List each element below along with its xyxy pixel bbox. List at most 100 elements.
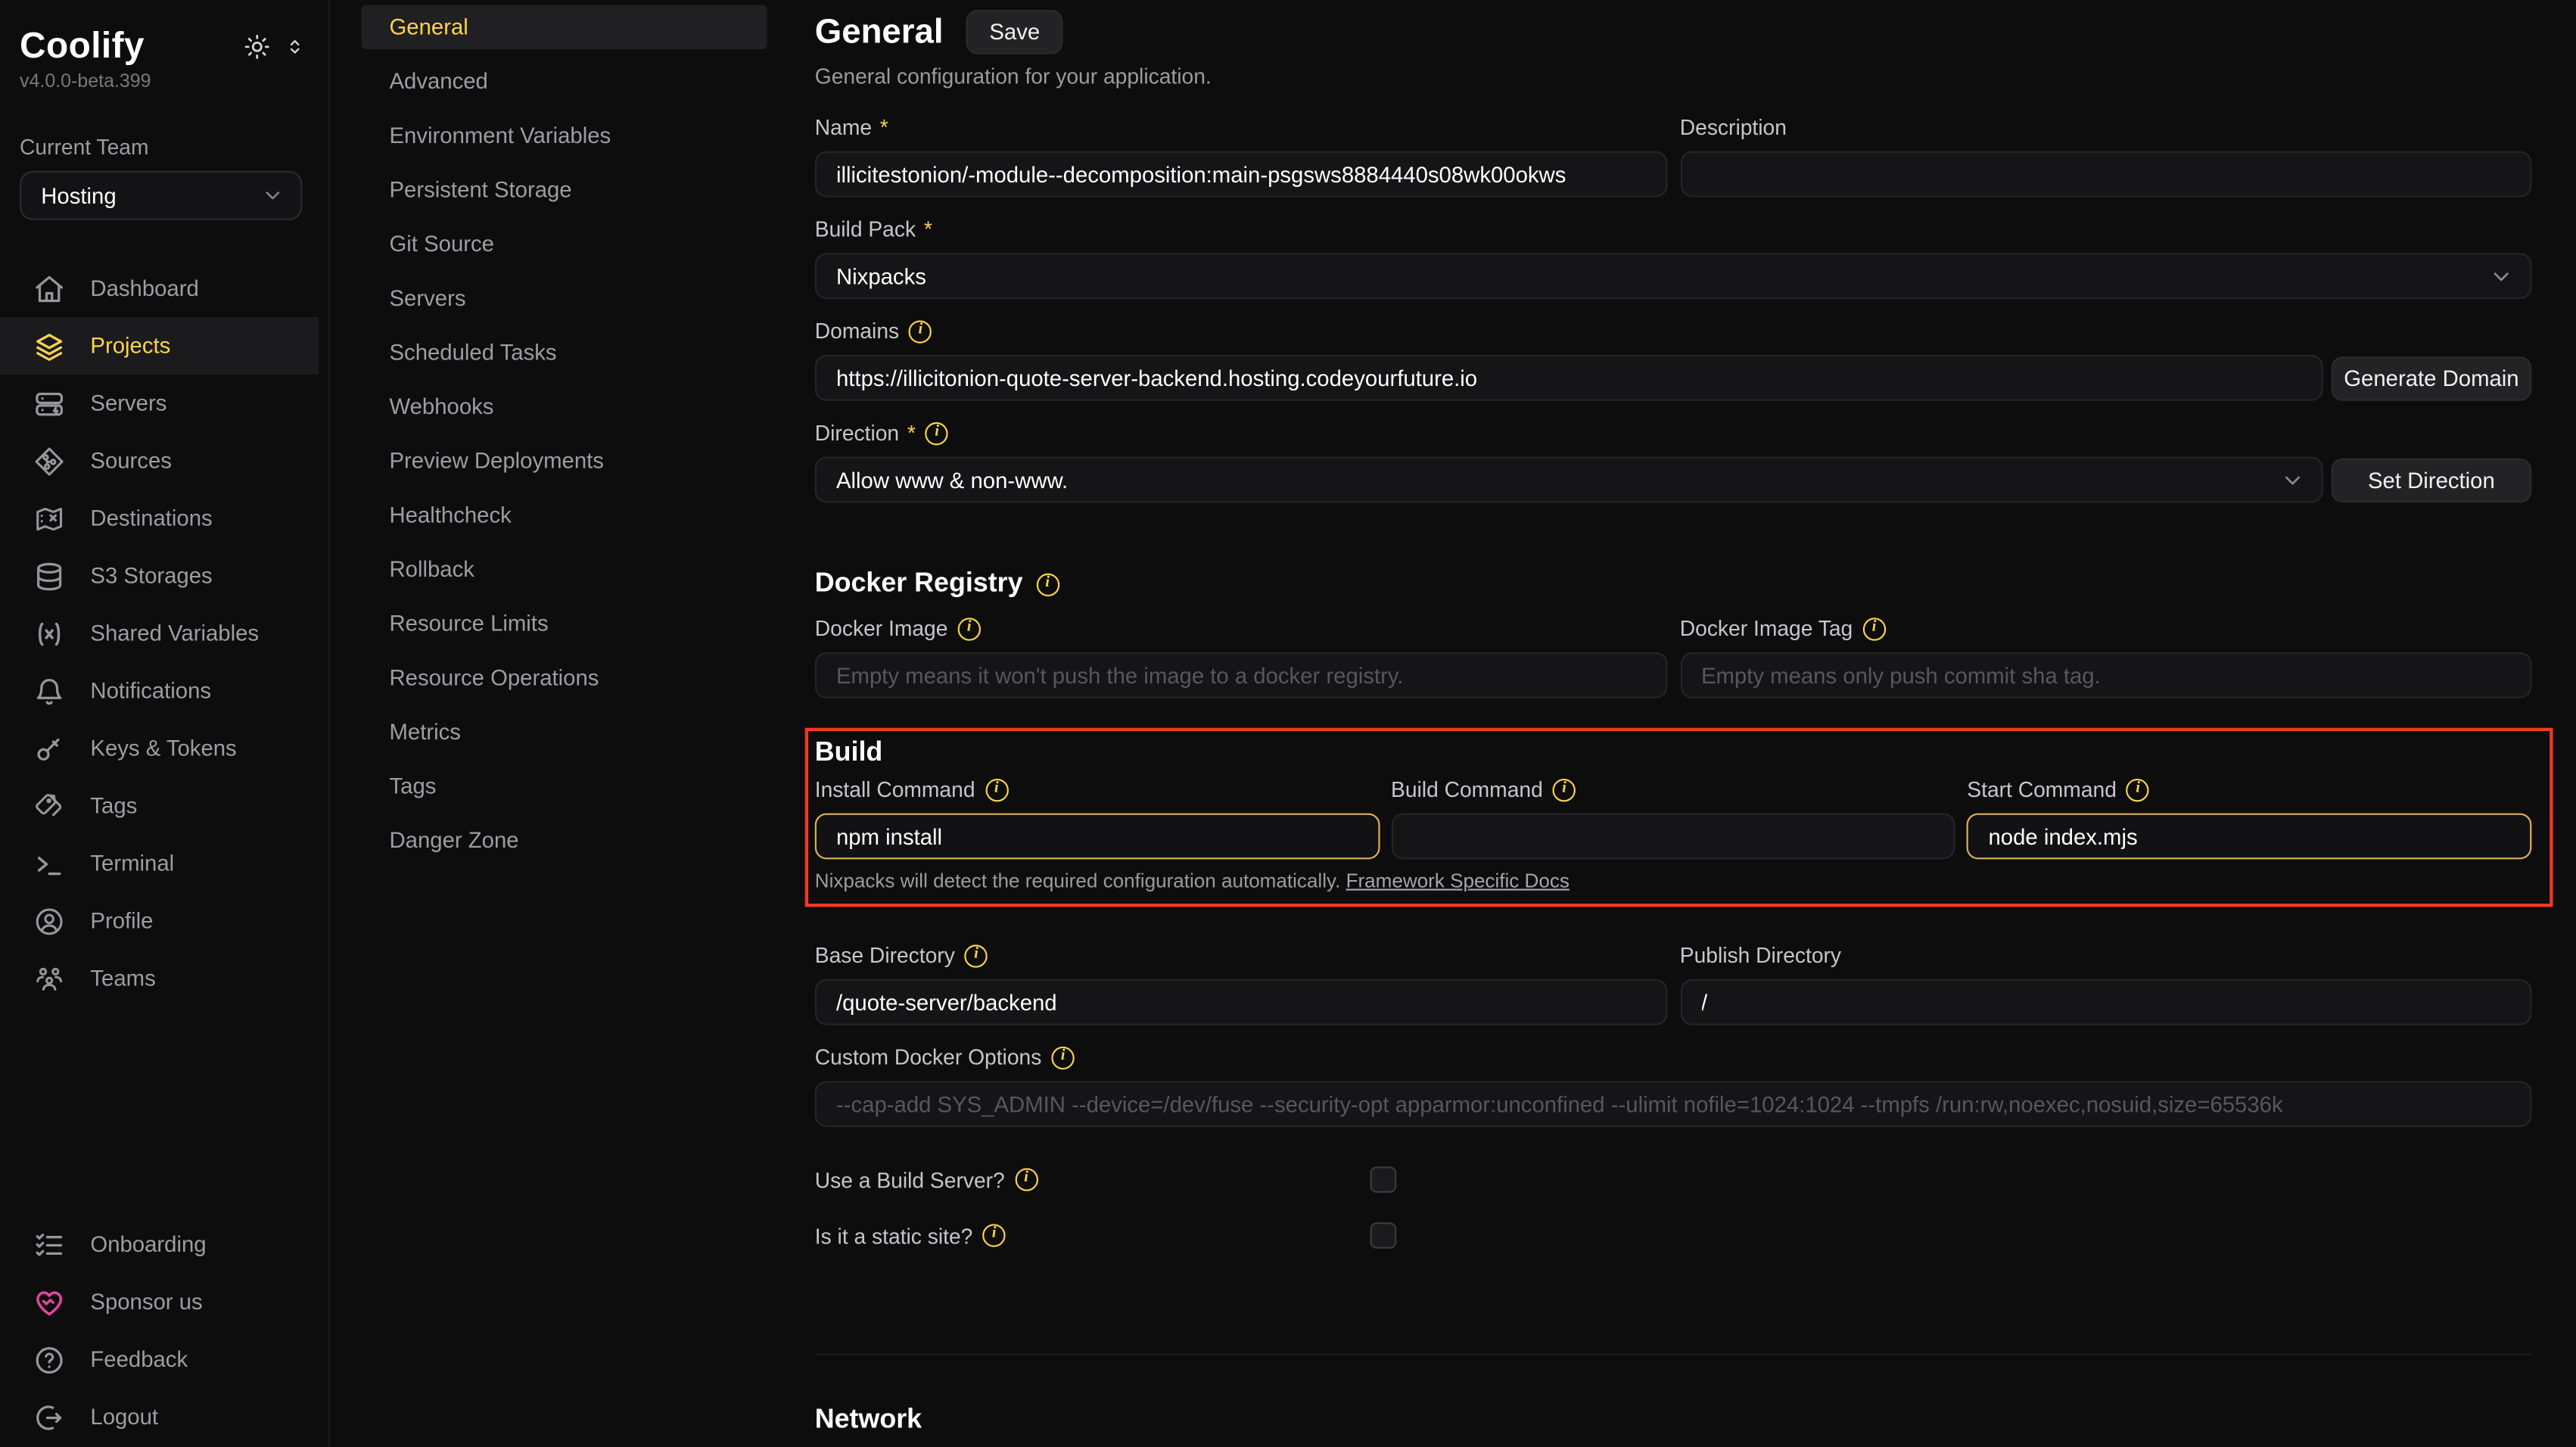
tab-resource-operations[interactable]: Resource Operations bbox=[362, 655, 767, 700]
team-select-value: Hosting bbox=[41, 183, 116, 208]
sidebar-item-keys-tokens[interactable]: Keys & Tokens bbox=[0, 720, 319, 777]
tab-webhooks[interactable]: Webhooks bbox=[362, 384, 767, 429]
info-icon[interactable] bbox=[909, 319, 932, 342]
build-command-label: Build Command bbox=[1391, 777, 1955, 802]
current-team-label: Current Team bbox=[0, 92, 328, 171]
docker-image-input[interactable] bbox=[815, 652, 1667, 699]
build-helper-text: Nixpacks will detect the required config… bbox=[815, 869, 2532, 892]
set-direction-button[interactable]: Set Direction bbox=[2332, 458, 2532, 503]
page-title: General bbox=[815, 12, 944, 51]
chevron-down-icon bbox=[2280, 468, 2305, 493]
tab-preview-deployments[interactable]: Preview Deployments bbox=[362, 439, 767, 484]
sidebar-item-s3-storages[interactable]: S3 Storages bbox=[0, 547, 319, 605]
layers-icon bbox=[33, 329, 65, 362]
sidebar-nav: Dashboard Projects Servers Sources Desti… bbox=[0, 260, 328, 1007]
sidebar-item-label: Profile bbox=[90, 909, 153, 934]
info-icon[interactable] bbox=[1015, 1168, 1038, 1191]
direction-select[interactable]: Allow www & non-www. bbox=[815, 457, 2323, 503]
info-icon[interactable] bbox=[965, 944, 988, 966]
sidebar-item-notifications[interactable]: Notifications bbox=[0, 662, 319, 720]
sidebar-item-label: Notifications bbox=[90, 679, 211, 704]
install-command-label: Install Command bbox=[815, 777, 1380, 802]
sidebar-item-onboarding[interactable]: Onboarding bbox=[0, 1215, 319, 1273]
sidebar-item-servers[interactable]: Servers bbox=[0, 375, 319, 432]
sidebar-item-label: Servers bbox=[90, 391, 166, 416]
help-icon bbox=[33, 1343, 65, 1376]
sidebar-item-logout[interactable]: Logout bbox=[0, 1388, 319, 1445]
install-command-input[interactable] bbox=[815, 814, 1380, 860]
required-asterisk bbox=[909, 421, 916, 446]
sidebar-item-label: Teams bbox=[90, 966, 155, 991]
sidebar-item-destinations[interactable]: Destinations bbox=[0, 490, 319, 547]
sidebar-item-label: Logout bbox=[90, 1405, 158, 1430]
info-icon[interactable] bbox=[926, 422, 948, 444]
build-command-input[interactable] bbox=[1391, 814, 1955, 860]
info-icon[interactable] bbox=[2126, 778, 2149, 801]
framework-docs-link[interactable]: Framework Specific Docs bbox=[1346, 869, 1570, 892]
tab-danger-zone[interactable]: Danger Zone bbox=[362, 818, 767, 863]
tab-healthcheck[interactable]: Healthcheck bbox=[362, 493, 767, 537]
network-heading: Network bbox=[815, 1405, 2532, 1436]
tab-rollback[interactable]: Rollback bbox=[362, 547, 767, 592]
build-pack-select[interactable]: Nixpacks bbox=[815, 253, 2532, 299]
sidebar-item-label: S3 Storages bbox=[90, 564, 212, 589]
required-asterisk bbox=[926, 217, 932, 242]
map-icon bbox=[33, 502, 65, 534]
settings-nav: General Advanced Environment Variables P… bbox=[362, 0, 767, 1447]
base-directory-input[interactable] bbox=[815, 979, 1667, 1025]
info-icon[interactable] bbox=[1051, 1046, 1074, 1069]
database-icon bbox=[33, 559, 65, 592]
custom-docker-options-input[interactable] bbox=[815, 1081, 2532, 1127]
sidebar-item-profile[interactable]: Profile bbox=[0, 892, 319, 950]
info-icon[interactable] bbox=[1036, 573, 1059, 596]
team-select[interactable]: Hosting bbox=[20, 171, 302, 220]
sidebar-item-shared-variables[interactable]: Shared Variables bbox=[0, 605, 319, 662]
tab-servers[interactable]: Servers bbox=[362, 276, 767, 321]
sidebar-item-label: Shared Variables bbox=[90, 621, 259, 646]
sidebar-item-label: Onboarding bbox=[90, 1232, 206, 1257]
use-build-server-label: Use a Build Server? bbox=[815, 1167, 1370, 1192]
info-icon[interactable] bbox=[1553, 778, 1576, 801]
static-site-checkbox[interactable] bbox=[1370, 1222, 1397, 1249]
tab-environment-variables[interactable]: Environment Variables bbox=[362, 114, 767, 158]
start-command-input[interactable] bbox=[1967, 814, 2531, 860]
domains-input[interactable] bbox=[815, 355, 2323, 401]
app-version: v4.0.0-beta.399 bbox=[0, 66, 328, 92]
sidebar-item-terminal[interactable]: Terminal bbox=[0, 835, 319, 892]
tab-general[interactable]: General bbox=[362, 5, 767, 50]
tab-tags[interactable]: Tags bbox=[362, 764, 767, 808]
info-icon[interactable] bbox=[1862, 617, 1885, 639]
sidebar-item-sources[interactable]: Sources bbox=[0, 432, 319, 490]
docker-image-tag-label: Docker Image Tag bbox=[1680, 616, 2532, 641]
generate-domain-button[interactable]: Generate Domain bbox=[2332, 356, 2532, 400]
domains-label: Domains bbox=[815, 319, 2532, 344]
sidebar-item-projects[interactable]: Projects bbox=[0, 317, 319, 375]
sidebar-item-dashboard[interactable]: Dashboard bbox=[0, 260, 319, 317]
chevron-down-icon bbox=[261, 184, 284, 207]
description-input[interactable] bbox=[1680, 151, 2532, 198]
tab-persistent-storage[interactable]: Persistent Storage bbox=[362, 167, 767, 212]
publish-directory-input[interactable] bbox=[1680, 979, 2532, 1025]
sidebar-item-feedback[interactable]: Feedback bbox=[0, 1330, 319, 1388]
use-build-server-checkbox[interactable] bbox=[1370, 1166, 1397, 1193]
docker-image-label: Docker Image bbox=[815, 616, 1667, 641]
chevrons-up-down-icon[interactable] bbox=[285, 36, 306, 58]
sidebar-item-label: Destinations bbox=[90, 506, 212, 531]
info-icon[interactable] bbox=[985, 778, 1008, 801]
info-icon[interactable] bbox=[982, 1224, 1005, 1246]
tab-resource-limits[interactable]: Resource Limits bbox=[362, 602, 767, 646]
info-icon[interactable] bbox=[957, 617, 980, 639]
sidebar-item-tags[interactable]: Tags bbox=[0, 777, 319, 835]
tab-scheduled-tasks[interactable]: Scheduled Tasks bbox=[362, 330, 767, 375]
theme-sun-icon[interactable] bbox=[243, 33, 271, 61]
users-icon bbox=[33, 962, 65, 994]
tab-metrics[interactable]: Metrics bbox=[362, 710, 767, 755]
name-input[interactable] bbox=[815, 151, 1667, 198]
tab-git-source[interactable]: Git Source bbox=[362, 222, 767, 266]
home-icon bbox=[33, 272, 65, 304]
save-button[interactable]: Save bbox=[966, 10, 1063, 54]
tab-advanced[interactable]: Advanced bbox=[362, 59, 767, 104]
sidebar-item-teams[interactable]: Teams bbox=[0, 950, 319, 1007]
docker-image-tag-input[interactable] bbox=[1680, 652, 2532, 699]
sidebar-item-sponsor-us[interactable]: Sponsor us bbox=[0, 1273, 319, 1330]
